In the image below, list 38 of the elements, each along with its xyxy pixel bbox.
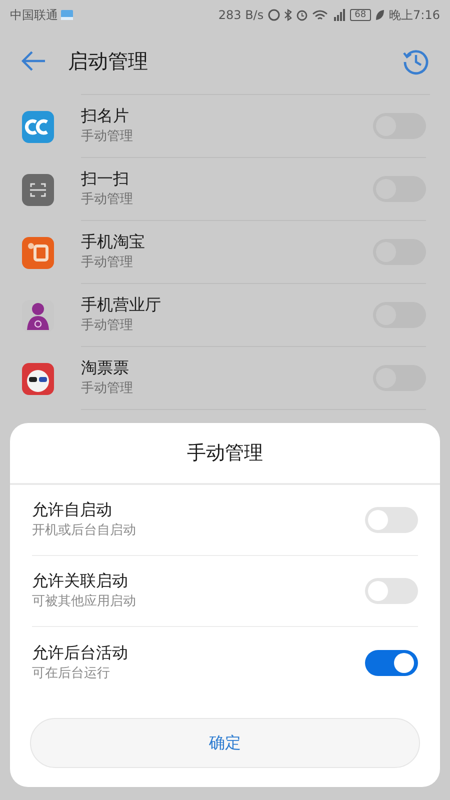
app-status: 手动管理 <box>81 191 134 209</box>
app-status: 手动管理 <box>81 254 134 272</box>
confirm-button[interactable]: 确定 <box>30 718 420 768</box>
app-name: 手机淘宝 <box>81 231 146 253</box>
wifi-icon <box>312 9 328 21</box>
history-icon[interactable] <box>402 47 430 75</box>
option-label: 允许自启动 <box>32 499 113 521</box>
leaf-icon <box>375 9 386 21</box>
option-description: 可在后台运行 <box>32 664 111 682</box>
network-speed: 283 B/s <box>218 7 264 24</box>
scan-icon <box>22 174 54 206</box>
option-description: 开机或后台自启动 <box>32 522 137 540</box>
clock-time: 晚上7:16 <box>389 7 440 24</box>
app-name: 扫一扫 <box>81 168 130 190</box>
toggle-switch[interactable] <box>365 650 418 676</box>
option-label: 允许关联启动 <box>32 570 129 592</box>
page-title: 启动管理 <box>68 48 148 75</box>
option-description: 可被其他应用启动 <box>32 593 137 611</box>
sim-icon <box>60 9 74 21</box>
glasses-face-icon <box>22 362 54 394</box>
app-status: 手动管理 <box>81 317 134 335</box>
signal-icon <box>332 9 346 21</box>
app-status: 手动管理 <box>81 380 134 398</box>
app-name: 手机营业厅 <box>81 294 162 316</box>
battery-indicator: 68 <box>350 9 372 21</box>
toggle-switch[interactable] <box>365 578 418 604</box>
alarm-icon <box>296 9 308 21</box>
shopping-app-icon <box>22 236 54 268</box>
option-label: 允许后台活动 <box>32 642 129 664</box>
toggle-switch[interactable] <box>365 507 418 533</box>
app-status: 手动管理 <box>81 128 134 146</box>
card-scan-icon <box>22 110 54 142</box>
carrier-name: 中国联通 <box>10 7 58 24</box>
app-name: 扫名片 <box>81 105 130 127</box>
app-name: 淘票票 <box>81 357 130 379</box>
back-icon[interactable] <box>20 50 46 72</box>
dialog-title: 手动管理 <box>10 423 440 485</box>
bluetooth-icon <box>284 9 292 21</box>
